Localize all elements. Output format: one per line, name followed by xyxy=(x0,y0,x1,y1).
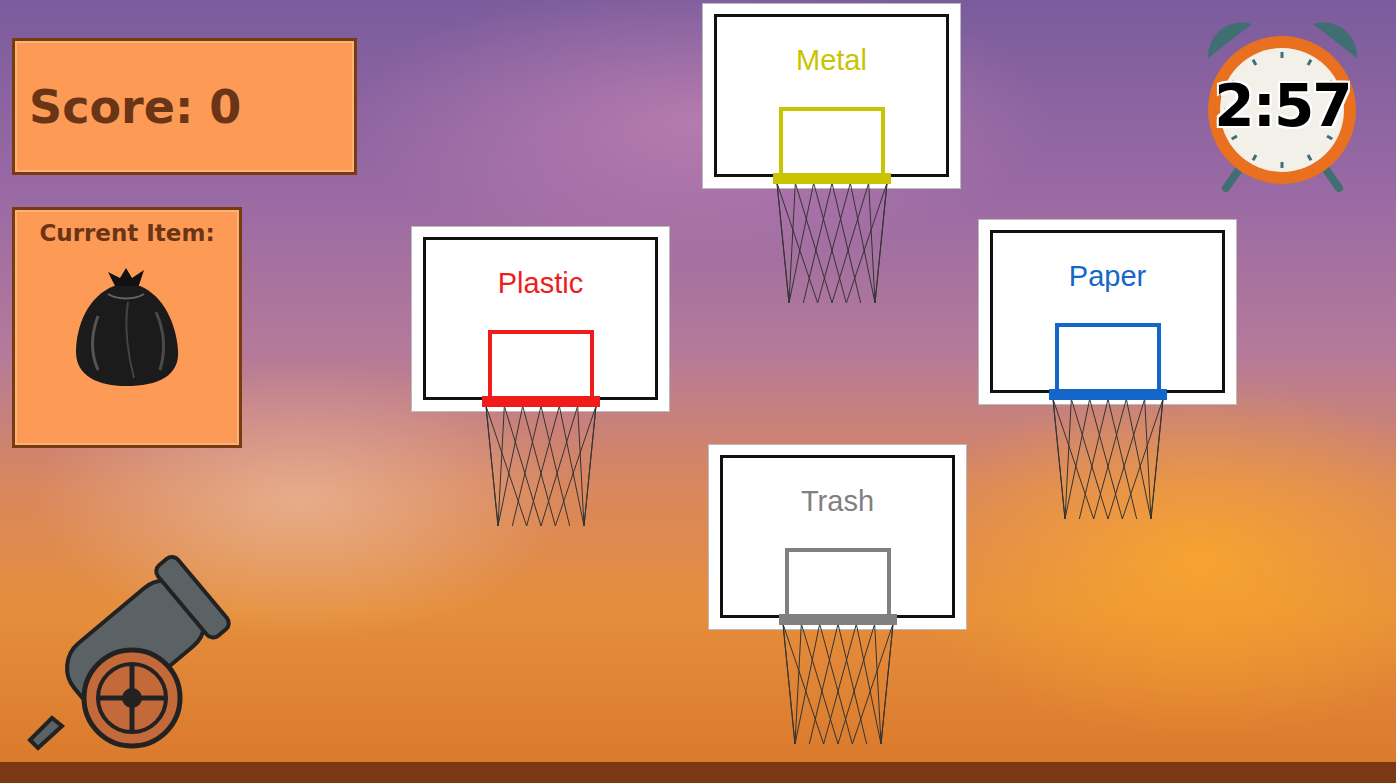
hoop-label: Plastic xyxy=(498,267,583,300)
game-court: Score: 0 Current Item: Metal Plastic Paper Tr… xyxy=(0,0,1396,783)
shooter-square xyxy=(1055,323,1161,393)
hoop-label: Trash xyxy=(801,485,874,518)
hud-panels: Score: 0 Current Item: xyxy=(12,38,357,448)
hoop-rim xyxy=(779,614,897,625)
backboard: Paper xyxy=(978,219,1237,405)
backboard: Metal xyxy=(702,3,961,189)
hoop-rim xyxy=(773,173,891,184)
cannon-icon[interactable] xyxy=(22,538,238,752)
trash-bag-icon xyxy=(68,266,186,390)
hoop: Paper xyxy=(978,219,1237,405)
hoop-label: Metal xyxy=(796,44,867,77)
shooter-square xyxy=(785,548,891,618)
hoop-rim xyxy=(1049,389,1167,400)
score-panel: Score: 0 xyxy=(12,38,357,175)
timer-text: 2:57 xyxy=(1200,72,1365,140)
net-icon xyxy=(773,183,891,303)
net-icon xyxy=(1049,399,1167,519)
current-item-panel: Current Item: xyxy=(12,207,242,448)
current-item-label: Current Item: xyxy=(39,220,214,246)
timer: 2:57 xyxy=(1200,18,1365,196)
score-text: Score: 0 xyxy=(29,80,241,134)
shooter-square xyxy=(779,107,885,177)
net-icon xyxy=(779,624,897,744)
hoop: Trash xyxy=(708,444,967,630)
net-icon xyxy=(482,406,600,526)
shooter-square xyxy=(488,330,594,400)
hoop: Metal xyxy=(702,3,961,189)
backboard: Trash xyxy=(708,444,967,630)
ground-bar xyxy=(0,762,1396,783)
hoop-rim xyxy=(482,396,600,407)
hoop: Plastic xyxy=(411,226,670,412)
hoop-label: Paper xyxy=(1069,260,1146,293)
backboard: Plastic xyxy=(411,226,670,412)
